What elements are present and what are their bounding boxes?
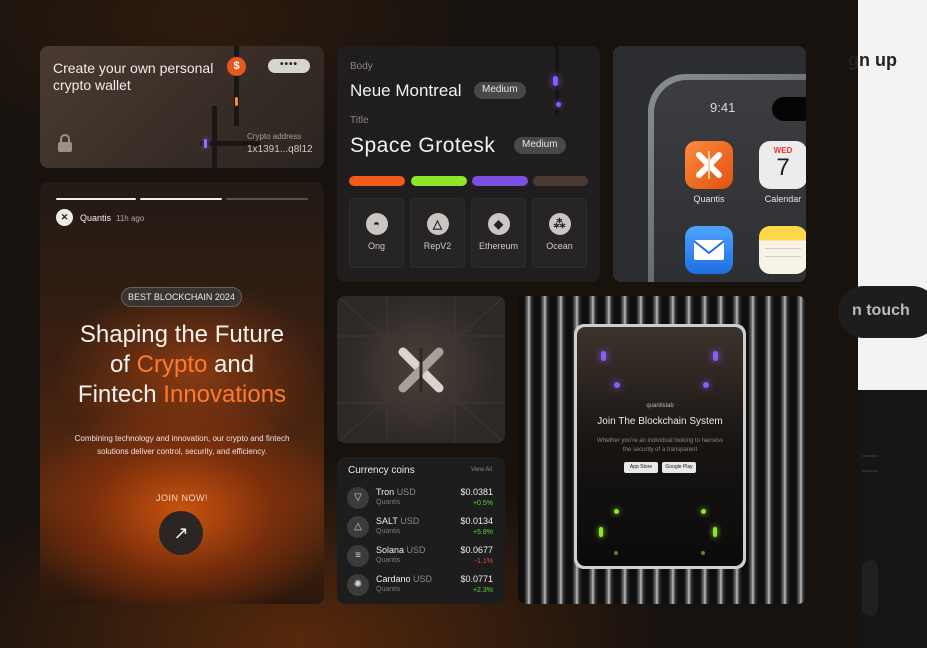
title-label: Title <box>350 115 369 126</box>
coin-change: +5.8% <box>472 529 493 536</box>
award-badge: BEST BLOCKCHAIN 2024 <box>121 287 242 307</box>
coin-name: Tron USD <box>376 487 416 497</box>
coin-change: +2.3% <box>472 587 493 594</box>
color-swatch-orange <box>349 176 405 186</box>
salt-icon: △ <box>347 516 369 538</box>
view-all-link[interactable]: View All <box>471 467 492 473</box>
signup-link[interactable]: gn up <box>848 50 897 71</box>
coin-row-cardano[interactable]: ✺ Cardano USD Quantis $0.0771 +2.3% <box>347 572 497 600</box>
tablet-subtitle: Whether you're an individual looking to … <box>597 438 723 453</box>
wallet-card: Create your own personal crypto wallet $… <box>40 46 324 168</box>
ethereum-icon: ◆ <box>487 213 510 235</box>
coins-title: Currency coins <box>348 465 415 476</box>
solana-icon: ≡ <box>347 545 369 567</box>
coin-name: SALT USD <box>376 516 420 526</box>
mail-app-icon[interactable] <box>685 226 733 274</box>
quantis-app-icon[interactable] <box>685 141 733 189</box>
promo-headline: Shaping the Future of Crypto and Fintech… <box>77 321 287 408</box>
token-ethereum[interactable]: ◆ Ethereum <box>471 198 526 268</box>
arrow-up-right-icon[interactable]: ↗ <box>159 511 203 555</box>
dynamic-island <box>772 97 806 121</box>
coin-name: Cardano USD <box>376 574 433 584</box>
app-store-button[interactable]: App Store <box>624 462 658 473</box>
tron-icon: ▽ <box>347 487 369 509</box>
currency-badge-icon: $ <box>227 57 246 76</box>
phone-screen: 9:41 Quantis WED 7 Calendar <box>654 80 806 282</box>
coin-price: $0.0134 <box>460 516 493 526</box>
phone-frame: 9:41 Quantis WED 7 Calendar <box>648 74 806 282</box>
story-progress <box>140 198 222 200</box>
coin-source: Quantis <box>376 528 401 535</box>
promo-story-card: ✕ Quantis 11h ago BEST BLOCKCHAIN 2024 S… <box>40 182 324 604</box>
calendar-app-icon[interactable]: WED 7 <box>759 141 806 189</box>
token-repv2[interactable]: △ RepV2 <box>410 198 465 268</box>
address-value: 1x1391...q8l12 <box>247 144 313 155</box>
more-options-button[interactable]: •••• <box>268 59 310 73</box>
app-label: Calendar <box>764 194 802 204</box>
repv2-icon: △ <box>426 213 449 235</box>
body-label: Body <box>350 61 373 72</box>
background-card <box>862 560 878 616</box>
token-ocean[interactable]: ⁂ Ocean <box>532 198 587 268</box>
coin-price: $0.0381 <box>460 487 493 497</box>
coin-source: Quantis <box>376 557 401 564</box>
coin-row-salt[interactable]: △ SALT USD Quantis $0.0134 +5.8% <box>347 514 497 542</box>
address-label: Crypto address <box>247 132 302 141</box>
color-swatch-green <box>411 176 467 186</box>
tablet-mockup-card: quantislab Join The Blockchain System Wh… <box>518 296 806 604</box>
quantis-logo-icon <box>398 347 444 393</box>
coin-name: Solana USD <box>376 545 426 555</box>
color-swatch-brown <box>533 176 588 186</box>
promo-description: Combining technology and innovation, our… <box>74 434 290 456</box>
cardano-icon: ✺ <box>347 574 369 596</box>
story-username[interactable]: Quantis <box>80 213 111 223</box>
token-label: Ocean <box>546 241 573 251</box>
wallet-title: Create your own personal crypto wallet <box>53 60 214 93</box>
phone-mockup-card: 9:41 Quantis WED 7 Calendar <box>613 46 806 282</box>
coin-price: $0.0677 <box>460 545 493 555</box>
google-play-button[interactable]: Google Play <box>662 462 696 473</box>
coin-change: -1.1% <box>474 558 493 565</box>
body-weight-chip: Medium <box>474 82 526 99</box>
tablet-brand: quantislab <box>646 403 674 409</box>
token-label: RepV2 <box>423 241 452 251</box>
join-now-label[interactable]: JOIN NOW! <box>40 493 324 503</box>
title-weight-chip: Medium <box>514 137 566 154</box>
avatar[interactable]: ✕ <box>56 209 73 226</box>
coin-row-tron[interactable]: ▽ Tron USD Quantis $0.0381 +0.5% <box>347 485 497 513</box>
body-font-name: Neue Montreal <box>350 81 462 100</box>
tablet-screen: quantislab Join The Blockchain System Wh… <box>577 327 743 566</box>
coin-row-solana[interactable]: ≡ Solana USD Quantis $0.0677 -1.1% <box>347 543 497 571</box>
get-in-touch-button[interactable]: n touch <box>838 286 927 338</box>
token-label: Ong <box>367 241 385 251</box>
lock-icon <box>58 134 72 152</box>
currency-coins-card: Currency coins View All ▽ Tron USD Quant… <box>337 457 505 604</box>
tablet-frame: quantislab Join The Blockchain System Wh… <box>574 324 746 569</box>
token-ong[interactable]: ◓ Ong <box>349 198 404 268</box>
token-label: Ethereum <box>478 241 519 251</box>
coin-source: Quantis <box>376 499 401 506</box>
brand-logo-card <box>337 296 505 443</box>
status-time: 9:41 <box>710 100 736 115</box>
coin-source: Quantis <box>376 586 401 593</box>
notes-app-icon[interactable] <box>759 226 806 274</box>
divider <box>862 455 878 457</box>
story-progress <box>226 198 308 200</box>
app-label: Quantis <box>693 194 725 204</box>
color-swatch-purple <box>472 176 528 186</box>
coin-change: +0.5% <box>472 500 493 507</box>
coin-price: $0.0771 <box>460 574 493 584</box>
story-timestamp: 11h ago <box>116 214 145 223</box>
ong-icon: ◓ <box>365 213 388 235</box>
title-font-name: Space Grotesk <box>350 134 496 157</box>
ocean-icon: ⁂ <box>548 213 571 235</box>
typography-card: Body Neue Montreal Medium Title Space Gr… <box>337 46 600 282</box>
tablet-title: Join The Blockchain System <box>597 416 723 427</box>
story-progress <box>56 198 136 200</box>
divider <box>862 470 878 472</box>
